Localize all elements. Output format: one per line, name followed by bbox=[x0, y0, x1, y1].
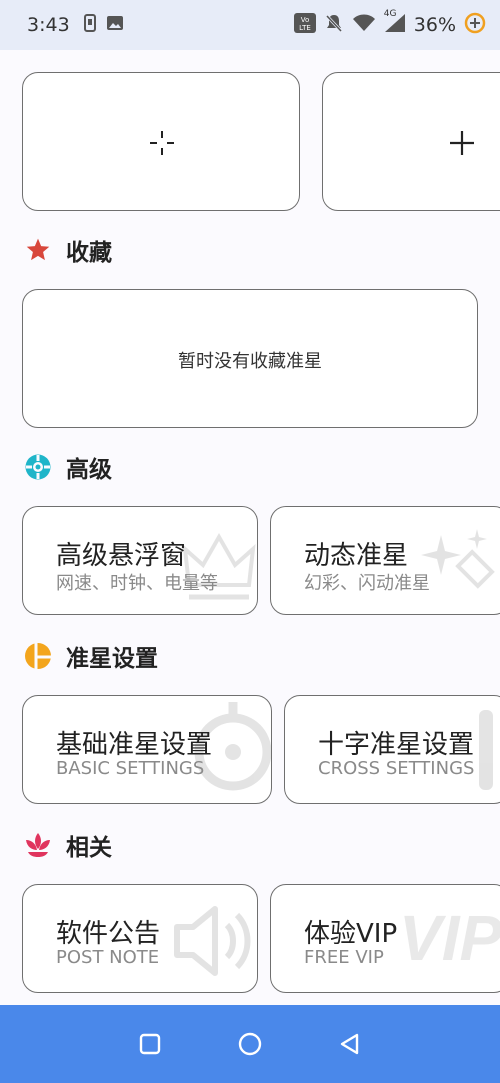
floating-window-title: 高级悬浮窗 bbox=[56, 541, 187, 571]
favorites-header: 收藏 bbox=[24, 233, 112, 267]
home-button[interactable] bbox=[236, 1030, 264, 1058]
settings-header: 准星设置 bbox=[24, 639, 158, 673]
favorites-empty-card: 暂时没有收藏准星 bbox=[22, 289, 478, 428]
basic-settings-title: 基础准星设置 bbox=[56, 730, 213, 760]
basic-settings-subtitle: BASIC SETTINGS bbox=[56, 758, 205, 779]
floating-window-subtitle: 网速、时钟、电量等 bbox=[56, 573, 218, 594]
settings-title: 准星设置 bbox=[66, 646, 158, 672]
battery-percent: 36% bbox=[413, 14, 456, 36]
main-content: 收藏 暂时没有收藏准星 高级 高级悬浮窗 网速、时钟、电量等 动态准星 幻彩、闪… bbox=[0, 50, 500, 1005]
related-title: 相关 bbox=[66, 835, 112, 861]
volte-icon: Vo LTE bbox=[293, 12, 316, 38]
navigation-bar bbox=[0, 1005, 500, 1083]
star-icon bbox=[24, 236, 52, 264]
mute-icon bbox=[324, 13, 344, 38]
cross-settings-card[interactable]: 十字准星设置 CROSS SETTINGS bbox=[284, 695, 500, 804]
floating-window-card[interactable]: 高级悬浮窗 网速、时钟、电量等 bbox=[22, 506, 258, 615]
advanced-title: 高级 bbox=[66, 457, 112, 483]
sim-icon bbox=[83, 13, 96, 37]
back-button[interactable] bbox=[336, 1030, 364, 1058]
sparkle-icon bbox=[421, 525, 500, 609]
dynamic-crosshair-subtitle: 幻彩、闪动准星 bbox=[304, 573, 430, 594]
speaker-icon bbox=[171, 901, 255, 985]
free-vip-title: 体验VIP bbox=[304, 919, 398, 949]
svg-text:Vo: Vo bbox=[301, 16, 310, 24]
battery-saver-icon bbox=[464, 12, 486, 39]
signal-icon: 4G bbox=[384, 9, 406, 38]
recents-button[interactable] bbox=[136, 1030, 164, 1058]
free-vip-subtitle: FREE VIP bbox=[304, 947, 384, 968]
favorites-title: 收藏 bbox=[66, 240, 112, 266]
pie-icon bbox=[24, 642, 52, 670]
lifebuoy-icon bbox=[24, 453, 52, 481]
announcement-subtitle: POST NOTE bbox=[56, 947, 160, 968]
related-header: 相关 bbox=[24, 828, 112, 862]
svg-text:LTE: LTE bbox=[299, 24, 311, 32]
cross-settings-subtitle: CROSS SETTINGS bbox=[318, 758, 475, 779]
vip-watermark: VIP bbox=[399, 902, 500, 974]
network-type: 4G bbox=[383, 8, 397, 19]
basic-settings-card[interactable]: 基础准星设置 BASIC SETTINGS bbox=[22, 695, 272, 804]
announcement-card[interactable]: 软件公告 POST NOTE bbox=[22, 884, 258, 993]
plus-icon bbox=[449, 130, 475, 160]
image-icon bbox=[106, 14, 124, 36]
wifi-icon bbox=[352, 14, 376, 37]
dynamic-crosshair-title: 动态准星 bbox=[304, 541, 409, 571]
free-vip-card[interactable]: VIP 体验VIP FREE VIP bbox=[270, 884, 500, 993]
dynamic-crosshair-card[interactable]: 动态准星 幻彩、闪动准星 bbox=[270, 506, 500, 615]
advanced-header: 高级 bbox=[24, 450, 112, 484]
status-time: 3:43 bbox=[27, 14, 70, 36]
status-bar: 3:43 Vo LTE 4G 36% bbox=[0, 0, 500, 50]
cross-settings-title: 十字准星设置 bbox=[318, 730, 475, 760]
announcement-title: 软件公告 bbox=[56, 919, 161, 949]
cross-settings-deco-icon bbox=[471, 710, 500, 794]
crosshair-icon bbox=[149, 130, 175, 160]
lotus-icon bbox=[24, 831, 52, 859]
crosshair-slot-2[interactable] bbox=[322, 72, 500, 211]
favorites-empty-text: 暂时没有收藏准星 bbox=[178, 351, 322, 372]
crosshair-slot-1[interactable] bbox=[22, 72, 300, 211]
